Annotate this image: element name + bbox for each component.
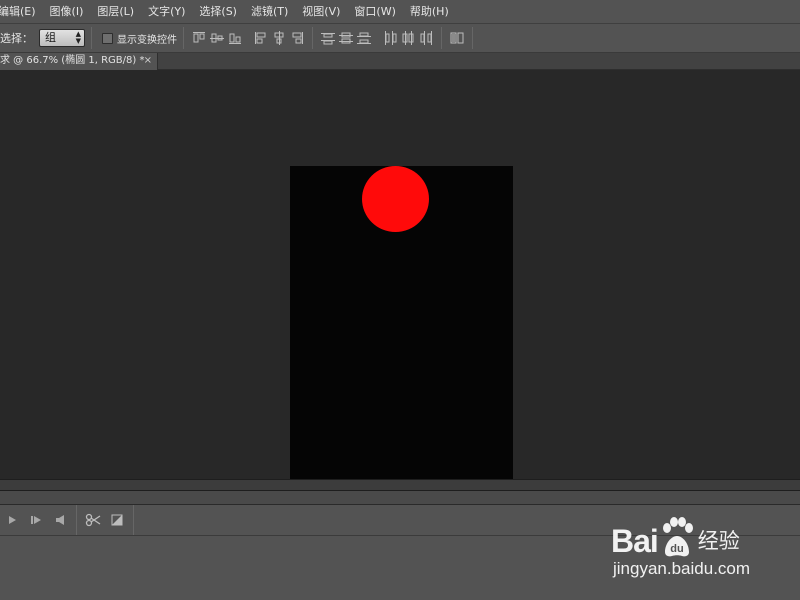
align-top-edges-icon[interactable] (190, 29, 208, 47)
play-icon[interactable] (0, 508, 24, 532)
auto-select-dropdown[interactable]: 组 ▲ ▼ (39, 29, 85, 47)
divider (76, 505, 77, 535)
paw-print-icon: du (659, 516, 695, 558)
baidu-jingyan-watermark: Bai du 经验 jingyan.baidu.com (611, 512, 756, 582)
audio-icon[interactable] (48, 508, 72, 532)
divider (312, 27, 313, 49)
menu-view[interactable]: 视图(V) (295, 0, 347, 24)
auto-select-label: 选择： (0, 32, 33, 45)
options-bar: 选择： 组 ▲ ▼ 显示变换控件 (0, 24, 800, 53)
align-group (190, 29, 306, 47)
distribute-horizontal-centers-icon[interactable] (399, 29, 417, 47)
distribute-vertical-centers-icon[interactable] (337, 29, 355, 47)
distribute-left-icon[interactable] (381, 29, 399, 47)
distribute-bottom-icon[interactable] (355, 29, 373, 47)
baidu-logo: Bai du 经验 (611, 512, 740, 558)
menu-edit[interactable]: 编辑(E) (0, 0, 43, 24)
distribute-right-icon[interactable] (417, 29, 435, 47)
document-tab-bar: 求 @ 66.7% (椭圆 1, RGB/8) * × (0, 53, 800, 70)
svg-text:du: du (670, 543, 683, 555)
distribute-top-icon[interactable] (319, 29, 337, 47)
document-canvas[interactable] (290, 166, 513, 479)
divider (472, 27, 473, 49)
close-icon[interactable]: × (144, 53, 152, 69)
align-bottom-edges-icon[interactable] (226, 29, 244, 47)
menu-image[interactable]: 图像(I) (43, 0, 91, 24)
transition-icon[interactable] (105, 508, 129, 532)
ellipse-shape[interactable] (362, 166, 429, 232)
show-transform-checkbox[interactable] (102, 32, 113, 44)
logo-text-bai: Bai (611, 523, 659, 559)
scissors-icon[interactable] (81, 508, 105, 532)
dropdown-arrows-icon: ▲ ▼ (75, 30, 81, 45)
workspace[interactable] (0, 70, 800, 479)
align-vertical-centers-icon[interactable] (208, 29, 226, 47)
auto-select-value: 组 (45, 31, 56, 44)
align-right-edges-icon[interactable] (288, 29, 306, 47)
distribute-group (319, 29, 435, 47)
step-forward-icon[interactable] (24, 508, 48, 532)
align-left-edges-icon[interactable] (252, 29, 270, 47)
divider (183, 27, 184, 49)
divider (441, 27, 442, 49)
timeline-panel-header (0, 491, 800, 505)
status-bar (0, 479, 800, 491)
menu-select[interactable]: 选择(S) (192, 0, 244, 24)
menu-help[interactable]: 帮助(H) (403, 0, 456, 24)
divider (133, 505, 134, 535)
document-tab[interactable]: 求 @ 66.7% (椭圆 1, RGB/8) * × (0, 53, 158, 70)
menu-window[interactable]: 窗口(W) (347, 0, 402, 24)
menu-type[interactable]: 文字(Y) (141, 0, 192, 24)
logo-text-jingyan: 经验 (697, 529, 740, 553)
divider (91, 27, 92, 49)
watermark-url: jingyan.baidu.com (613, 559, 751, 578)
show-transform-label: 显示变换控件 (117, 34, 177, 46)
auto-align-layers-icon[interactable] (448, 29, 466, 47)
menu-bar: 编辑(E) 图像(I) 图层(L) 文字(Y) 选择(S) 滤镜(T) 视图(V… (0, 0, 800, 24)
align-horizontal-centers-icon[interactable] (270, 29, 288, 47)
menu-layer[interactable]: 图层(L) (90, 0, 141, 24)
menu-filter[interactable]: 滤镜(T) (244, 0, 295, 24)
document-tab-label: 求 @ 66.7% (椭圆 1, RGB/8) * (0, 55, 145, 66)
